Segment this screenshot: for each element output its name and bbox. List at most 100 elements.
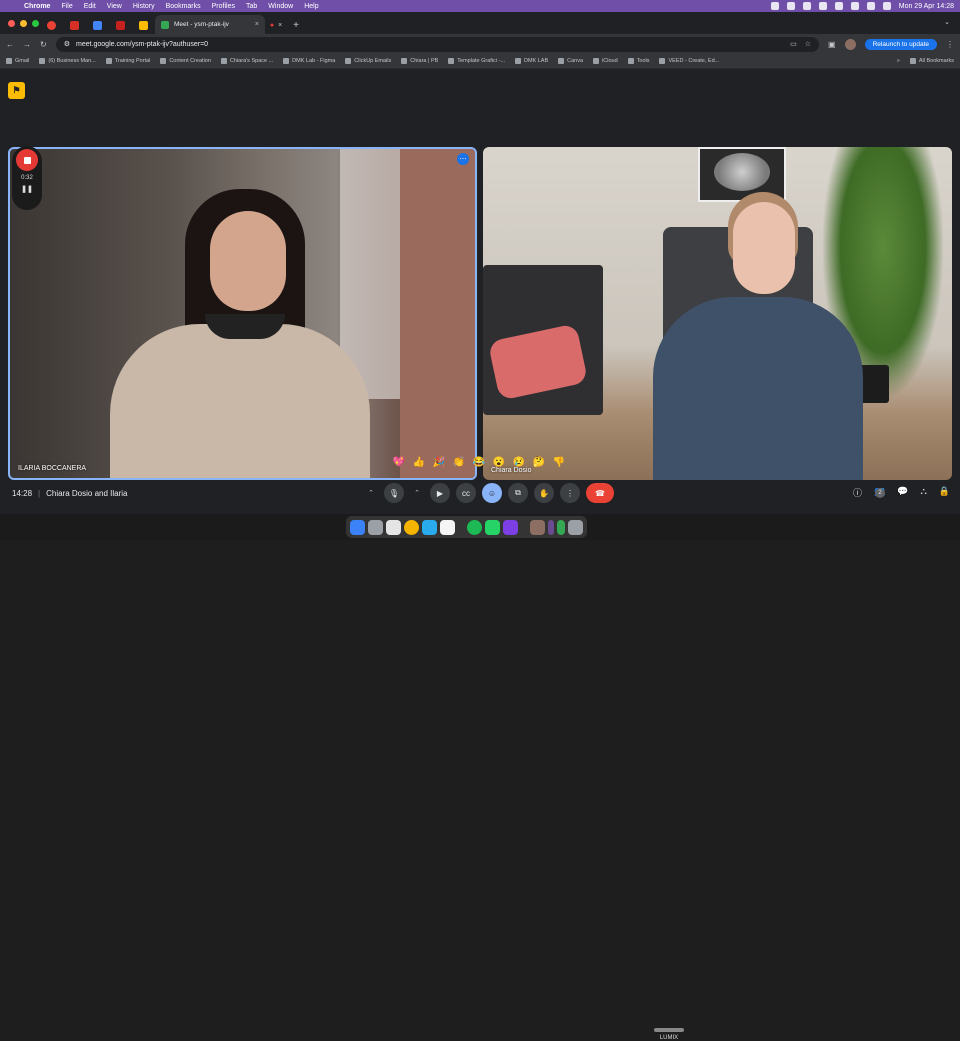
close-tab-icon[interactable]: × [278,22,282,29]
bookmark-item[interactable]: iCloud [593,58,618,64]
present-screen-button[interactable]: ⧉ [508,483,528,503]
pinned-tab-docs[interactable] [86,16,109,34]
bookmark-item[interactable]: Gmail [6,58,29,64]
bookmark-item[interactable]: DMK Lab - Figma [283,58,335,64]
finder-icon[interactable] [350,519,365,535]
menu-bookmarks[interactable]: Bookmarks [166,3,201,10]
zoom-window-button[interactable] [32,20,39,27]
all-bookmarks-button[interactable]: All Bookmarks [909,58,954,64]
more-options-button[interactable]: ⋮ [560,483,580,503]
video-options-chevron-icon[interactable]: ⌃ [410,483,424,503]
menu-view[interactable]: View [107,3,122,10]
chrome-icon[interactable] [404,519,419,535]
pause-recording-button[interactable]: ❚❚ [21,185,33,193]
bookmark-item[interactable]: VEED - Create, Ed... [659,58,719,64]
app-icon[interactable] [548,519,554,535]
menu-edit[interactable]: Edit [84,3,96,10]
tab-meet[interactable]: Meet - ysm-ptak-ijv × [155,15,265,34]
reaction-laugh[interactable]: 😂 [472,457,486,468]
reaction-party[interactable]: 🎉 [432,457,446,468]
reaction-surprised[interactable]: 😮 [492,457,506,468]
photos-icon[interactable] [386,519,401,535]
menubar-clock[interactable]: Mon 29 Apr 14:28 [899,3,954,10]
trash-icon[interactable] [568,519,583,535]
bookmark-item[interactable]: Canva [558,58,583,64]
pinned-tab-gmail-2[interactable] [109,16,132,34]
wifi-icon[interactable] [850,2,859,10]
lumix-drive[interactable]: LUMIX [654,1028,684,1041]
captions-button[interactable]: cc [456,483,476,503]
stop-recording-button[interactable] [16,149,38,171]
menu-history[interactable]: History [133,3,155,10]
minimize-window-button[interactable] [20,20,27,27]
play-icon[interactable] [818,2,827,10]
tile-more-options-icon[interactable]: ⋯ [457,153,469,165]
menu-profiles[interactable]: Profiles [212,3,235,10]
more-bookmarks-button[interactable]: » [897,58,900,64]
bookmark-item[interactable]: (6) Business Man... [39,58,96,64]
notion-icon[interactable] [802,2,811,10]
bookmark-item[interactable]: Chiara | PB [401,58,438,64]
settings-icon[interactable] [770,2,779,10]
activities-icon[interactable]: ⛬ [920,486,926,507]
extension-icon[interactable] [786,2,795,10]
menu-file[interactable]: File [61,3,72,10]
podcast-icon[interactable] [503,519,518,535]
chat-icon[interactable]: 💬 [897,486,908,507]
microphone-button[interactable]: 🎙 [384,483,404,503]
tab-recording[interactable]: ● × [265,16,287,34]
participant-tile-ilaria[interactable]: ⋯ ILARIA BOCCANERA [8,147,477,480]
address-bar[interactable]: ⚙ meet.google.com/ysm-ptak-ijv?authuser=… [55,36,820,52]
reaction-thumbs-down[interactable]: 👎 [552,457,566,468]
camera-button[interactable]: ▶ [430,483,450,503]
close-window-button[interactable] [8,20,15,27]
tab-search-icon[interactable]: ⌄ [944,18,950,26]
notion-icon[interactable] [440,519,455,535]
camera-indicator-icon[interactable]: ▭ [790,40,797,48]
bookmark-item[interactable]: Template Grafici -... [448,58,505,64]
bookmark-item[interactable]: DMK LAB [514,58,548,64]
leave-call-button[interactable]: ☎ [586,483,614,503]
facetime-icon[interactable] [557,519,565,535]
circle-icon[interactable] [834,2,843,10]
chrome-menu-icon[interactable]: ⋮ [946,40,954,49]
search-icon[interactable] [866,2,875,10]
telegram-icon[interactable] [422,519,437,535]
forward-icon[interactable]: → [23,40,31,49]
menu-help[interactable]: Help [304,3,318,10]
bookmark-star-icon[interactable]: ☆ [805,40,811,48]
back-icon[interactable]: ← [6,40,14,49]
reaction-clap[interactable]: 👏 [452,457,466,468]
reaction-sad[interactable]: 😢 [512,457,526,468]
bookmark-item[interactable]: Tools [627,58,649,64]
preview-icon[interactable] [530,519,545,535]
menu-tab[interactable]: Tab [246,3,257,10]
relaunch-button[interactable]: Relaunch to update [864,38,937,50]
new-tab-button[interactable]: + [287,16,305,34]
participant-tile-chiara[interactable]: Chiara Dosio [483,147,952,480]
pinned-tab-chrome[interactable] [40,16,63,34]
meeting-details-icon[interactable]: ⓘ [853,486,862,507]
bookmark-item[interactable]: Chiara's Space ... [220,58,273,64]
profile-avatar[interactable] [844,38,856,50]
extensions-icon[interactable]: ▣ [828,40,836,49]
recorder-extension-icon[interactable]: ⚑ [8,82,25,99]
host-controls-icon[interactable]: 🔒 [939,486,950,507]
spotify-icon[interactable] [467,519,482,535]
bookmark-item[interactable]: ClickUp Emails [345,58,391,64]
bookmark-item[interactable]: Training Portal [105,58,150,64]
reload-icon[interactable]: ↻ [40,40,47,49]
bookmark-item[interactable]: Content Creation [160,58,211,64]
raise-hand-button[interactable]: ✋ [534,483,554,503]
reaction-heart[interactable]: 💖 [392,457,406,468]
menu-app-name[interactable]: Chrome [24,3,50,10]
pinned-tab-gmail[interactable] [63,16,86,34]
audio-options-chevron-icon[interactable]: ⌃ [364,483,378,503]
emoji-reactions-button[interactable]: ☺ [482,483,502,503]
whatsapp-icon[interactable] [485,519,500,535]
pinned-tab-keep[interactable] [132,16,155,34]
launchpad-icon[interactable] [368,519,383,535]
reaction-thinking[interactable]: 🤔 [532,457,546,468]
close-tab-icon[interactable]: × [255,21,259,28]
control-center-icon[interactable] [882,2,891,10]
